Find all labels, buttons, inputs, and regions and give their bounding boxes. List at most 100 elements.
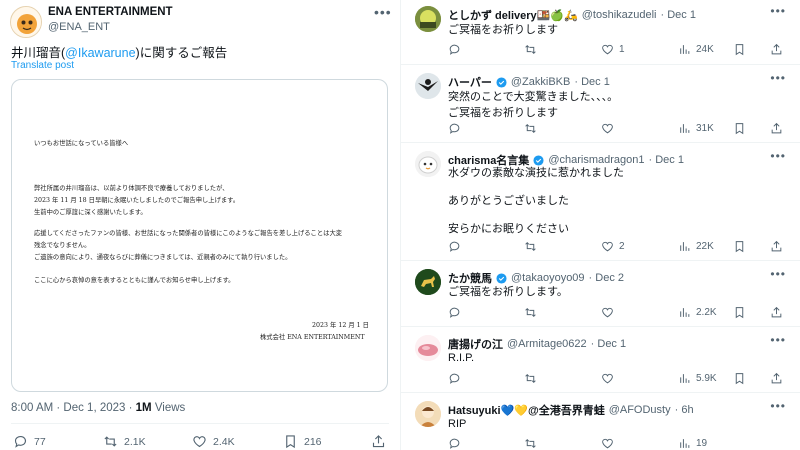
bookmark-button[interactable] <box>733 306 746 319</box>
reply-author-handle[interactable]: @AFODusty <box>609 404 671 416</box>
reply-author-handle[interactable]: @takaoyoyo09 <box>511 272 585 284</box>
reply-avatar[interactable] <box>415 151 441 177</box>
reply-item[interactable]: charisma名言集 @charismadragon1 · Dec 1 •••… <box>401 143 800 261</box>
more-options-icon[interactable]: ••• <box>770 149 786 163</box>
share-button[interactable] <box>770 240 783 253</box>
reply-avatar[interactable] <box>415 6 441 32</box>
like-button[interactable]: 1 <box>601 43 625 56</box>
bookmark-icon <box>735 373 744 385</box>
analytics-icon <box>680 242 690 251</box>
views-button[interactable]: 24K <box>678 43 714 56</box>
bookmark-button[interactable]: 216 <box>283 434 322 449</box>
reply-item[interactable]: たか競馬 @takaoyoyo09 · Dec 2 ••• ご冥福をお祈りします… <box>401 261 800 327</box>
reply-time[interactable]: · 6h <box>675 404 694 416</box>
reply-author-handle[interactable]: @toshikazudeli <box>582 9 657 21</box>
reply-button[interactable] <box>448 306 466 319</box>
share-button[interactable] <box>770 122 783 135</box>
views-count: 24K <box>696 44 714 55</box>
views-button[interactable]: 2.2K <box>678 306 717 319</box>
translate-post-link[interactable]: Translate post <box>11 60 74 71</box>
timestamp-text[interactable]: 8:00 AM · Dec 1, 2023 · <box>11 402 136 414</box>
reply-icon <box>449 123 460 134</box>
views-button[interactable]: 22K <box>678 240 714 253</box>
reply-button[interactable] <box>448 43 466 56</box>
reply-text: ご冥福をお祈りします <box>448 22 558 38</box>
bookmark-button[interactable] <box>733 122 746 135</box>
like-button[interactable] <box>601 372 619 385</box>
reply-author-handle[interactable]: @ZakkiBKB <box>511 76 570 88</box>
reply-icon <box>449 438 460 449</box>
more-options-icon[interactable]: ••• <box>770 4 786 18</box>
more-options-icon[interactable]: ••• <box>770 71 786 85</box>
more-options-icon[interactable]: ••• <box>770 333 786 347</box>
reply-avatar[interactable] <box>415 335 441 361</box>
reply-line: 水ダウの素敵な演技に惹かれました <box>448 167 624 179</box>
reply-header: ハーパー @ZakkiBKB · Dec 1 <box>448 74 610 90</box>
reply-author-name[interactable]: Hatsuyuki💙💛@全港吾界青蛙 <box>448 402 605 418</box>
author-avatar[interactable] <box>10 6 42 38</box>
attached-image[interactable]: いつもお世話になっている皆様へ 弊社所属の井川瑠音は、以前より体調不良で療養して… <box>11 79 388 392</box>
reply-avatar[interactable] <box>415 269 441 295</box>
reply-button[interactable] <box>448 437 466 450</box>
author-handle[interactable]: @ENA_ENT <box>48 21 110 33</box>
share-icon <box>771 43 782 55</box>
share-button[interactable] <box>770 372 783 385</box>
reply-item[interactable]: 唐揚げの江 @Armitage0622 · Dec 1 ••• R.I.P. 5… <box>401 327 800 393</box>
repost-button[interactable] <box>524 437 542 450</box>
reply-button[interactable]: 77 <box>13 434 46 449</box>
views-button[interactable]: 19 <box>678 437 707 450</box>
like-button[interactable] <box>601 122 619 135</box>
reply-time[interactable]: · Dec 1 <box>648 154 683 166</box>
heart-icon <box>602 123 613 134</box>
repost-button[interactable] <box>524 122 542 135</box>
views-button[interactable]: 31K <box>678 122 714 135</box>
reply-avatar[interactable] <box>415 73 441 99</box>
reply-author-name[interactable]: ハーパー <box>448 74 492 90</box>
bookmark-button[interactable] <box>733 372 746 385</box>
reply-time[interactable]: · Dec 1 <box>574 76 609 88</box>
reply-time[interactable]: · Dec 1 <box>661 9 696 21</box>
reply-item[interactable]: Hatsuyuki💙💛@全港吾界青蛙 @AFODusty · 6h ••• RI… <box>401 393 800 450</box>
reply-time[interactable]: · Dec 2 <box>589 272 624 284</box>
repost-icon <box>525 45 536 54</box>
reply-button[interactable] <box>448 240 466 253</box>
letter-signature: 株式会社 ENA ENTERTAINMENT <box>260 334 365 341</box>
reply-avatar[interactable] <box>415 401 441 427</box>
repost-button[interactable] <box>524 240 542 253</box>
share-button[interactable] <box>770 43 783 56</box>
reply-author-handle[interactable]: @Armitage0622 <box>507 338 587 350</box>
reply-item[interactable]: としかず delivery🍱🍏🛵 @toshikazudeli · Dec 1 … <box>401 0 800 65</box>
reply-item[interactable]: ハーパー @ZakkiBKB · Dec 1 ••• 突然のことで大変驚きました… <box>401 65 800 143</box>
more-options-icon[interactable]: ••• <box>770 267 786 281</box>
reply-text: RIP <box>448 416 466 432</box>
reply-button[interactable] <box>448 372 466 385</box>
repost-button[interactable] <box>524 43 542 56</box>
letter-line: ご遺族の意向により、通夜ならびに葬儀につきましては、近親者のみにて執り行いました… <box>34 254 292 261</box>
bookmark-button[interactable] <box>733 43 746 56</box>
views-count: 31K <box>696 123 714 134</box>
like-button[interactable]: 2.4K <box>192 434 235 449</box>
bookmark-icon <box>735 44 744 56</box>
mention-link[interactable]: @Ikawarune <box>65 46 135 60</box>
reply-actions: 1 24K <box>448 43 788 57</box>
reply-time[interactable]: · Dec 1 <box>591 338 626 350</box>
repost-button[interactable] <box>524 306 542 319</box>
share-button[interactable] <box>371 434 386 449</box>
views-button[interactable]: 5.9K <box>678 372 717 385</box>
bookmark-button[interactable] <box>733 240 746 253</box>
reply-actions: 2.2K <box>448 306 788 320</box>
like-button[interactable]: 2 <box>601 240 625 253</box>
repost-button[interactable] <box>524 372 542 385</box>
more-options-icon[interactable]: ••• <box>770 399 786 413</box>
share-button[interactable] <box>770 306 783 319</box>
reply-author-name[interactable]: としかず delivery🍱🍏🛵 <box>448 7 578 23</box>
heart-icon <box>602 307 613 318</box>
like-button[interactable] <box>601 306 619 319</box>
more-options-icon[interactable]: ••• <box>374 4 392 20</box>
reply-icon <box>449 373 460 384</box>
like-button[interactable] <box>601 437 619 450</box>
reply-line: ご冥福をお祈りします <box>448 24 558 36</box>
repost-button[interactable]: 2.1K <box>103 434 146 449</box>
reply-button[interactable] <box>448 122 466 135</box>
author-name[interactable]: ENA ENTERTAINMENT <box>48 6 173 18</box>
